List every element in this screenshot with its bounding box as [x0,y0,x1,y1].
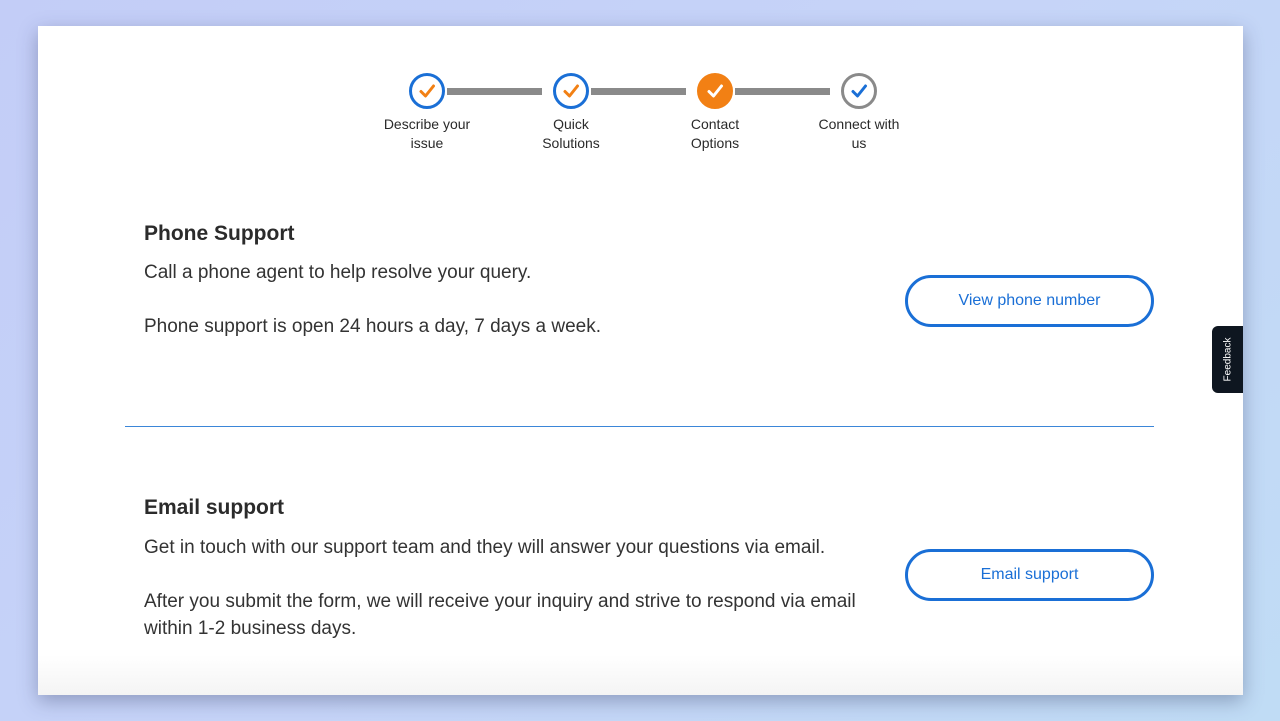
check-icon [841,73,877,109]
email-support-response-time: After you submit the form, we will recei… [144,591,856,639]
step-describe-issue: Describe your issue [367,73,487,153]
phone-support-description: Call a phone agent to help resolve your … [144,262,532,283]
step-label: Connect with us [818,116,900,151]
email-support-button[interactable]: Email support [905,549,1154,601]
step-label: Quick Solutions [542,116,600,151]
step-connect-with-us: Connect with us [799,73,919,153]
check-icon [409,73,445,109]
email-support-title: Email support [144,496,285,519]
phone-support-hours: Phone support is open 24 hours a day, 7 … [144,316,602,337]
step-contact-options: Contact Options [655,73,775,153]
check-icon [697,73,733,109]
feedback-label: Feedback [1222,337,1234,382]
support-card: Describe your issue Quick Solutions Cont… [38,26,1243,695]
step-label: Contact Options [690,116,740,151]
phone-support-title: Phone Support [144,222,295,245]
progress-stepper: Describe your issue Quick Solutions Cont… [38,26,1243,166]
step-quick-solutions: Quick Solutions [511,73,631,153]
email-support-description: Get in touch with our support team and t… [144,537,826,558]
check-icon [553,73,589,109]
view-phone-number-button[interactable]: View phone number [905,275,1154,327]
section-divider [125,426,1154,427]
feedback-tab[interactable]: Feedback [1212,326,1243,393]
step-label: Describe your issue [383,116,471,151]
